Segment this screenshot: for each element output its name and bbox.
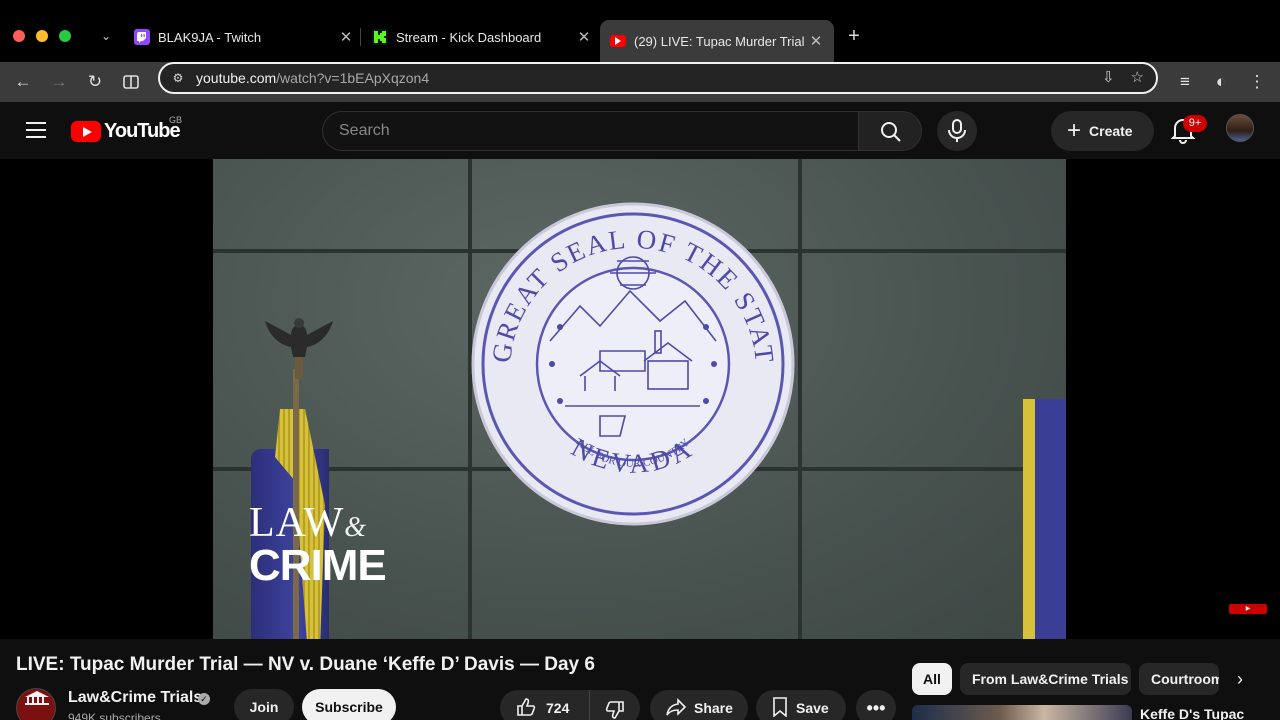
chip-courtroom[interactable]: Courtroom [1139,663,1219,695]
chip-all[interactable]: All [912,663,952,695]
browser-menu-icon[interactable]: ⋮ [1244,69,1270,95]
youtube-logo[interactable]: YouTube GB [71,115,182,143]
state-flag-right [1023,399,1066,639]
twitch-icon [134,29,150,45]
like-count: 724 [546,700,570,716]
law-and-crime-logo: LAW& CRIME [249,500,387,590]
create-label: Create [1089,123,1133,139]
browser-tab-youtube-active[interactable]: (29) LIVE: Tupac Murder Trial — NV ✕ [600,20,834,62]
zoom-window-button[interactable] [59,30,71,42]
tab-divider [360,28,361,46]
browser-tab-twitch[interactable]: BLAK9JA - Twitch ✕ [134,22,354,52]
save-label: Save [796,700,829,716]
share-button[interactable]: Share [650,690,748,720]
more-actions-icon[interactable]: ••• [856,690,896,720]
reader-mode-icon[interactable] [118,69,144,95]
recommended-video-title[interactable]: Keffe D's Tupac [1140,706,1244,720]
subscribe-watermark-icon[interactable]: ▶ [1229,604,1267,614]
chevron-right-icon[interactable]: › [1226,667,1254,691]
dislike-button[interactable] [590,692,640,720]
like-button[interactable]: 724 [500,690,590,720]
share-label: Share [694,700,733,716]
account-avatar[interactable] [1226,114,1254,142]
back-arrow-icon[interactable]: ← [10,69,36,95]
tab-title: Stream - Kick Dashboard [396,29,542,45]
browser-tab-strip: ⌄ BLAK9JA - Twitch ✕ Stream - Kick Dashb… [0,0,1280,62]
address-bar[interactable]: ⚙ youtube.com/watch?v=1bEApXqzon4 ⇩ ☆ [158,62,1158,94]
youtube-header: YouTube GB Search + Create [0,102,1280,159]
close-window-button[interactable] [13,30,25,42]
thumbs-up-icon [516,697,536,720]
channel-avatar[interactable] [16,688,56,720]
search-button[interactable] [858,111,922,151]
url-text: youtube.com/watch?v=1bEApXqzon4 [196,70,429,86]
new-tab-plus-icon[interactable]: + [845,25,863,47]
youtube-play-icon [71,121,101,142]
create-button[interactable]: + Create [1051,111,1154,151]
logo-law-text: LAW [249,500,345,546]
thumbs-down-icon [605,700,624,719]
youtube-icon [610,35,626,47]
voice-search-button[interactable] [937,111,977,151]
join-button[interactable]: Join [234,689,294,720]
url-path: /watch?v=1bEApXqzon4 [276,70,430,86]
video-frame[interactable]: THE GREAT SEAL OF THE STATE OF NEVADA AL… [213,159,1066,639]
tab-title: BLAK9JA - Twitch [158,29,262,45]
video-title: LIVE: Tupac Murder Trial — NV v. Duane ‘… [16,654,595,675]
browser-toolbar: ← → ↻ ⚙ youtube.com/watch?v=1bEApXqzon4 … [0,62,1280,102]
search-input[interactable]: Search [322,111,858,151]
share-arrow-icon [666,697,687,719]
minimize-window-button[interactable] [36,30,48,42]
like-dislike-group: 724 [500,690,640,720]
close-tab-icon[interactable]: ✕ [808,32,824,50]
kick-icon [372,29,388,45]
country-code: GB [169,115,183,125]
courthouse-icon [25,691,49,705]
guide-menu-icon[interactable] [26,122,46,138]
site-settings-icon[interactable]: ⚙ [170,70,186,86]
browser-tab-kick[interactable]: Stream - Kick Dashboard ✕ [372,22,592,52]
install-app-icon[interactable]: ⇩ [1102,68,1115,86]
url-host: youtube.com [196,70,277,86]
close-tab-icon[interactable]: ✕ [576,28,592,46]
search-icon [881,122,901,142]
subscriber-count: 949K subscribers [68,711,161,720]
recommended-video-thumbnail[interactable] [912,705,1132,720]
plus-icon: + [1067,117,1082,144]
channel-name[interactable]: Law&Crime Trials [68,689,202,707]
bookmark-icon [772,696,788,720]
save-button[interactable]: Save [756,690,846,720]
verified-check-icon: ✓ [198,693,210,705]
tab-title: (29) LIVE: Tupac Murder Trial — NV [634,33,808,49]
close-tab-icon[interactable]: ✕ [338,28,354,46]
forward-arrow-icon[interactable]: → [46,69,72,95]
chip-from-channel[interactable]: From Law&Crime Trials [960,663,1131,695]
profile-icon[interactable]: ◐ [1208,69,1234,95]
notifications-badge: 9+ [1183,115,1207,132]
reload-icon[interactable]: ↻ [82,69,108,95]
logo-ampersand: & [344,512,367,543]
media-controls-icon[interactable]: ≡ [1172,69,1198,95]
logo-crime-text: CRIME [249,541,387,590]
subscribe-button[interactable]: Subscribe [302,689,396,720]
microphone-icon [948,119,966,142]
bookmark-star-icon[interactable]: ☆ [1131,68,1144,86]
tab-search-chevron-icon[interactable]: ⌄ [97,26,115,46]
nevada-state-seal: THE GREAT SEAL OF THE STATE OF NEVADA AL… [470,201,795,526]
eagle-finial-icon [265,318,333,379]
